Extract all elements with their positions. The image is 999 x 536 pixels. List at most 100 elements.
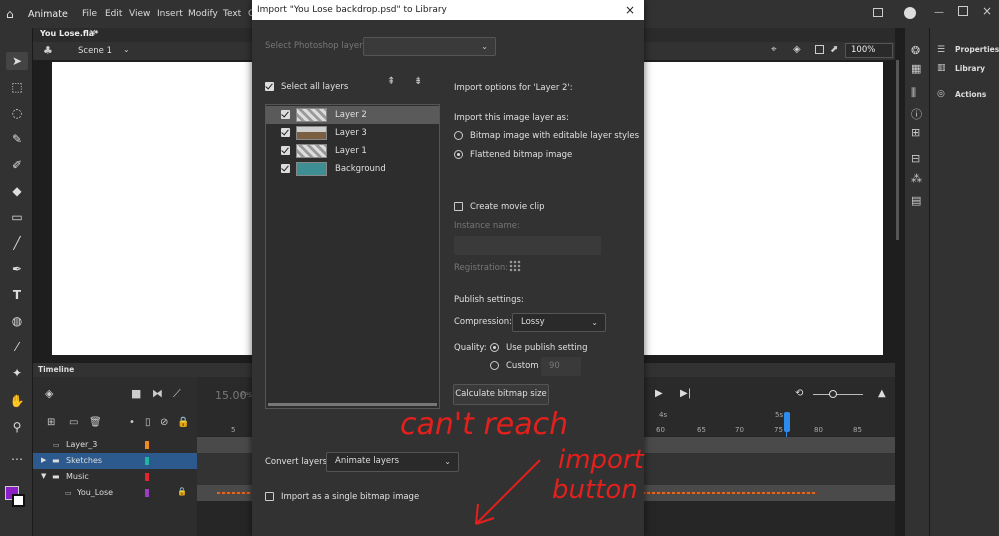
play-icon[interactable]: ▶ <box>655 388 663 399</box>
center-stage-icon[interactable]: ⌖ <box>771 44 777 55</box>
compression-dropdown[interactable]: Lossy ⌄ <box>512 313 606 332</box>
lock-icon[interactable]: 🔒 <box>177 487 187 496</box>
layer-row[interactable]: ▼ ▬ Music <box>33 469 197 485</box>
zoom-slider[interactable] <box>813 394 863 395</box>
layer-color-swatch[interactable] <box>145 489 149 497</box>
graph-icon[interactable]: ⟋ <box>173 387 181 401</box>
workspace-icon[interactable] <box>873 8 883 17</box>
parenting-icon[interactable]: ⧓ <box>152 387 163 400</box>
minimize-icon[interactable]: — <box>934 7 944 18</box>
layer-checkbox[interactable] <box>281 128 290 137</box>
layer-comp-dropdown[interactable]: ⌄ <box>363 37 496 56</box>
paint-brush-icon[interactable]: ✐ <box>6 156 28 174</box>
layer-color-swatch[interactable] <box>145 473 149 481</box>
layer-color-swatch[interactable] <box>145 441 149 449</box>
flattened-radio[interactable] <box>454 150 463 159</box>
properties-tab[interactable]: Properties <box>955 45 999 54</box>
lasso-icon[interactable]: ◌ <box>6 104 28 122</box>
instance-name-input[interactable] <box>454 236 601 255</box>
step-forward-icon[interactable]: ▶| <box>680 388 691 399</box>
assets-icon[interactable]: ❂ <box>911 44 920 57</box>
library-panel-icon[interactable]: ▦ <box>911 62 921 75</box>
eyedropper-icon[interactable]: ⁄ <box>6 338 28 356</box>
rectangle-icon[interactable]: ▭ <box>6 208 28 226</box>
zoom-field[interactable]: 100% <box>845 43 893 58</box>
quality-input[interactable]: 90 <box>541 357 581 376</box>
move-up-icon[interactable]: ⇞ <box>387 76 395 87</box>
loop-icon[interactable]: ⟲ <box>795 388 803 399</box>
cursor-icon[interactable]: ⬈ <box>830 44 838 55</box>
hide-icon[interactable]: ⊘ <box>160 417 168 428</box>
document-tab-close-icon[interactable]: × <box>89 28 97 38</box>
move-down-icon[interactable]: ⇟ <box>414 76 422 87</box>
scene-selector[interactable]: Scene 1 <box>78 46 112 56</box>
layers-icon[interactable]: ◈ <box>45 387 53 400</box>
maximize-icon[interactable] <box>958 6 968 16</box>
align-icon[interactable]: ⫼ <box>911 86 916 100</box>
more-tools-icon[interactable]: ⋯ <box>6 450 28 468</box>
quality-custom-radio[interactable] <box>490 361 499 370</box>
menu-text[interactable]: Text <box>223 9 241 19</box>
test-movie-icon[interactable] <box>904 7 916 19</box>
psd-layer-row[interactable]: Background <box>266 160 439 178</box>
registration-grid-icon[interactable] <box>509 260 521 272</box>
actions-tab[interactable]: Actions <box>955 90 986 99</box>
lock-icon[interactable]: 🔒 <box>177 417 189 428</box>
menu-view[interactable]: View <box>129 9 150 19</box>
home-icon[interactable]: ⌂ <box>6 7 14 21</box>
dialog-close-icon[interactable]: × <box>622 2 638 18</box>
layer-row[interactable]: ▶ ▬ Sketches <box>33 453 197 469</box>
window-close-icon[interactable]: × <box>982 4 992 18</box>
psd-layer-row[interactable]: Layer 1 <box>266 142 439 160</box>
new-layer-icon[interactable]: ⊞ <box>47 417 55 428</box>
library-tab[interactable]: Library <box>955 64 985 73</box>
layer-color-swatch[interactable] <box>145 457 149 465</box>
layer-checkbox[interactable] <box>281 164 290 173</box>
select-all-checkbox[interactable] <box>265 82 274 91</box>
psd-layer-row[interactable]: Layer 3 <box>266 124 439 142</box>
code-snippets-icon[interactable]: ▤ <box>911 194 921 207</box>
new-folder-icon[interactable]: ▭ <box>69 417 78 428</box>
hand-icon[interactable]: ✋ <box>6 392 28 410</box>
motion-presets-icon[interactable]: ⁂ <box>911 172 922 185</box>
transform-icon[interactable]: ⊞ <box>911 126 920 139</box>
outline-icon[interactable]: ▯ <box>145 417 151 428</box>
layer-row[interactable]: ▭ Layer_3 <box>33 437 197 453</box>
info-icon[interactable]: ⓘ <box>911 106 922 122</box>
line-icon[interactable]: ╱ <box>6 234 28 252</box>
quality-publish-radio[interactable] <box>490 343 499 352</box>
components-icon[interactable]: ⊟ <box>911 152 920 165</box>
camera-icon[interactable]: ■ <box>131 387 141 400</box>
stage-scrollbar[interactable] <box>896 60 899 240</box>
psd-layer-row[interactable]: Layer 2 <box>266 106 439 124</box>
pin-icon[interactable]: ✦ <box>6 364 28 382</box>
text-tool-icon[interactable]: T <box>6 286 28 304</box>
stroke-color-swatch[interactable] <box>12 494 25 507</box>
pen-icon[interactable]: ✒ <box>6 260 28 278</box>
layer-checkbox[interactable] <box>281 146 290 155</box>
bitmap-editable-radio[interactable] <box>454 131 463 140</box>
clip-icon[interactable] <box>815 45 824 54</box>
edit-symbol-icon[interactable]: ◈ <box>793 44 801 55</box>
chevron-down-icon[interactable]: ▼ <box>41 472 46 480</box>
chevron-down-icon[interactable]: ⌄ <box>123 45 130 54</box>
playhead[interactable] <box>784 412 790 432</box>
zoom-icon[interactable]: ⚲ <box>6 418 28 436</box>
eraser-icon[interactable]: ◆ <box>6 182 28 200</box>
brush-icon[interactable]: ✎ <box>6 130 28 148</box>
menu-modify[interactable]: Modify <box>188 9 218 19</box>
delete-layer-icon[interactable]: 🗑 <box>89 417 102 428</box>
zoom-slider-handle[interactable] <box>829 390 837 398</box>
keyframe-dot-icon[interactable]: • <box>129 417 135 428</box>
layer-checkbox[interactable] <box>281 110 290 119</box>
expand-icon[interactable]: ▲ <box>878 388 886 399</box>
selection-tool-icon[interactable]: ➤ <box>6 52 28 70</box>
layer-row[interactable]: ▭ You_Lose 🔒 <box>33 485 197 501</box>
create-movie-clip-checkbox[interactable] <box>454 202 463 211</box>
paint-bucket-icon[interactable]: ◍ <box>6 312 28 330</box>
chevron-right-icon[interactable]: ▶ <box>41 456 46 464</box>
free-transform-icon[interactable]: ⬚ <box>6 78 28 96</box>
menu-file[interactable]: File <box>82 9 97 19</box>
single-bitmap-checkbox[interactable] <box>265 492 274 501</box>
menu-edit[interactable]: Edit <box>105 9 122 19</box>
